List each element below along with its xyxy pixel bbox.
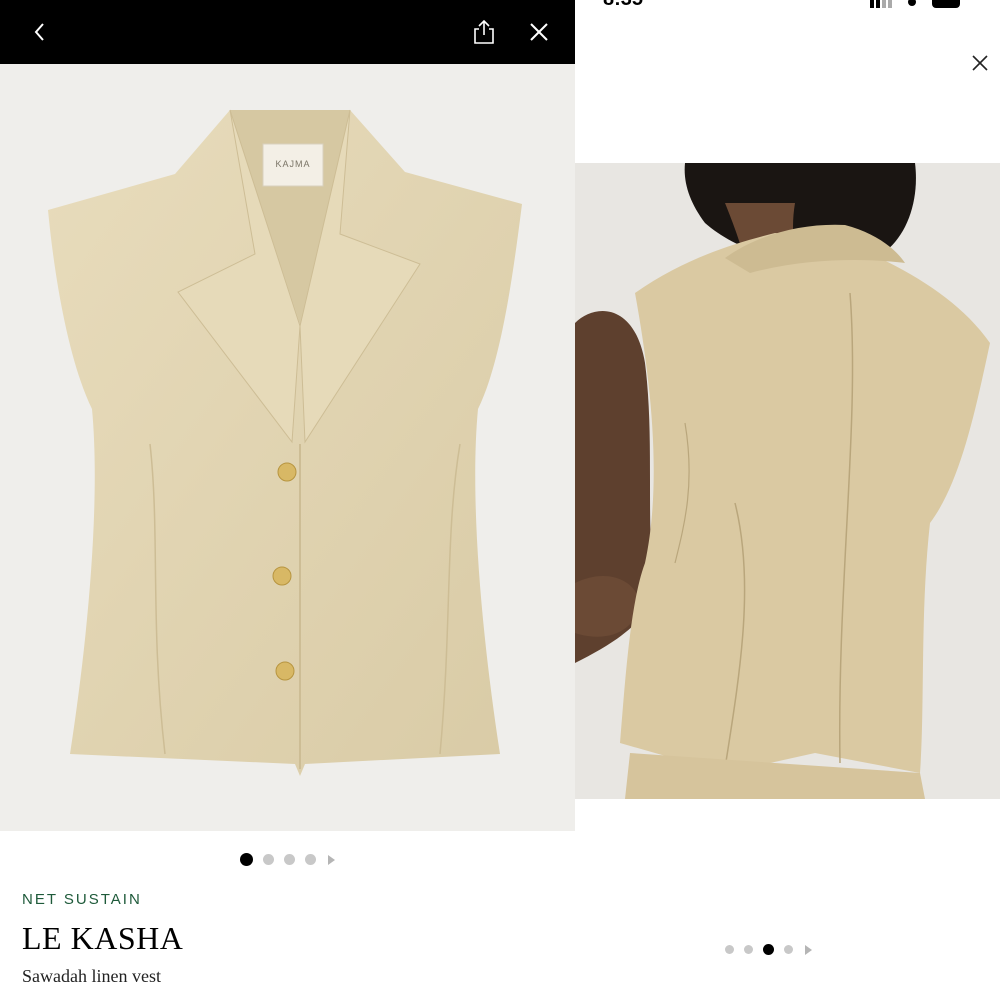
carousel-dot[interactable] (263, 854, 274, 865)
share-icon[interactable] (470, 18, 498, 46)
carousel-dot[interactable] (744, 945, 753, 954)
product-page-right: 8:35 (575, 0, 1000, 1000)
vest-back-illustration (575, 163, 1000, 799)
carousel-dot[interactable] (725, 945, 734, 954)
product-page-left: KAJMA NET SUSTAIN LE KASHA Sawadah linen… (0, 0, 575, 1000)
close-icon[interactable] (969, 52, 991, 74)
carousel-indicator[interactable] (240, 853, 335, 866)
product-image-back[interactable] (575, 163, 1000, 799)
designer-name[interactable]: LE KASHA (22, 920, 183, 957)
carousel-next-icon[interactable] (328, 854, 335, 865)
top-bar (0, 0, 575, 64)
svg-text:KAJMA: KAJMA (275, 159, 310, 169)
carousel-dot[interactable] (284, 854, 295, 865)
carousel-next-icon[interactable] (805, 944, 812, 955)
product-name: Sawadah linen vest (22, 966, 161, 986)
brand-tag: NET SUSTAIN (22, 891, 142, 908)
carousel-dot[interactable] (240, 853, 253, 866)
carousel-dot[interactable] (784, 945, 793, 954)
carousel-dot[interactable] (305, 854, 316, 865)
status-time: 8:35 (603, 0, 643, 11)
product-image-front[interactable]: KAJMA (0, 64, 575, 831)
close-icon[interactable] (525, 18, 553, 46)
back-chevron-icon[interactable] (26, 18, 54, 46)
carousel-indicator[interactable] (725, 944, 812, 955)
vest-front-illustration: KAJMA (0, 64, 575, 831)
carousel-dot[interactable] (763, 944, 774, 955)
status-bar-icons (870, 0, 960, 8)
